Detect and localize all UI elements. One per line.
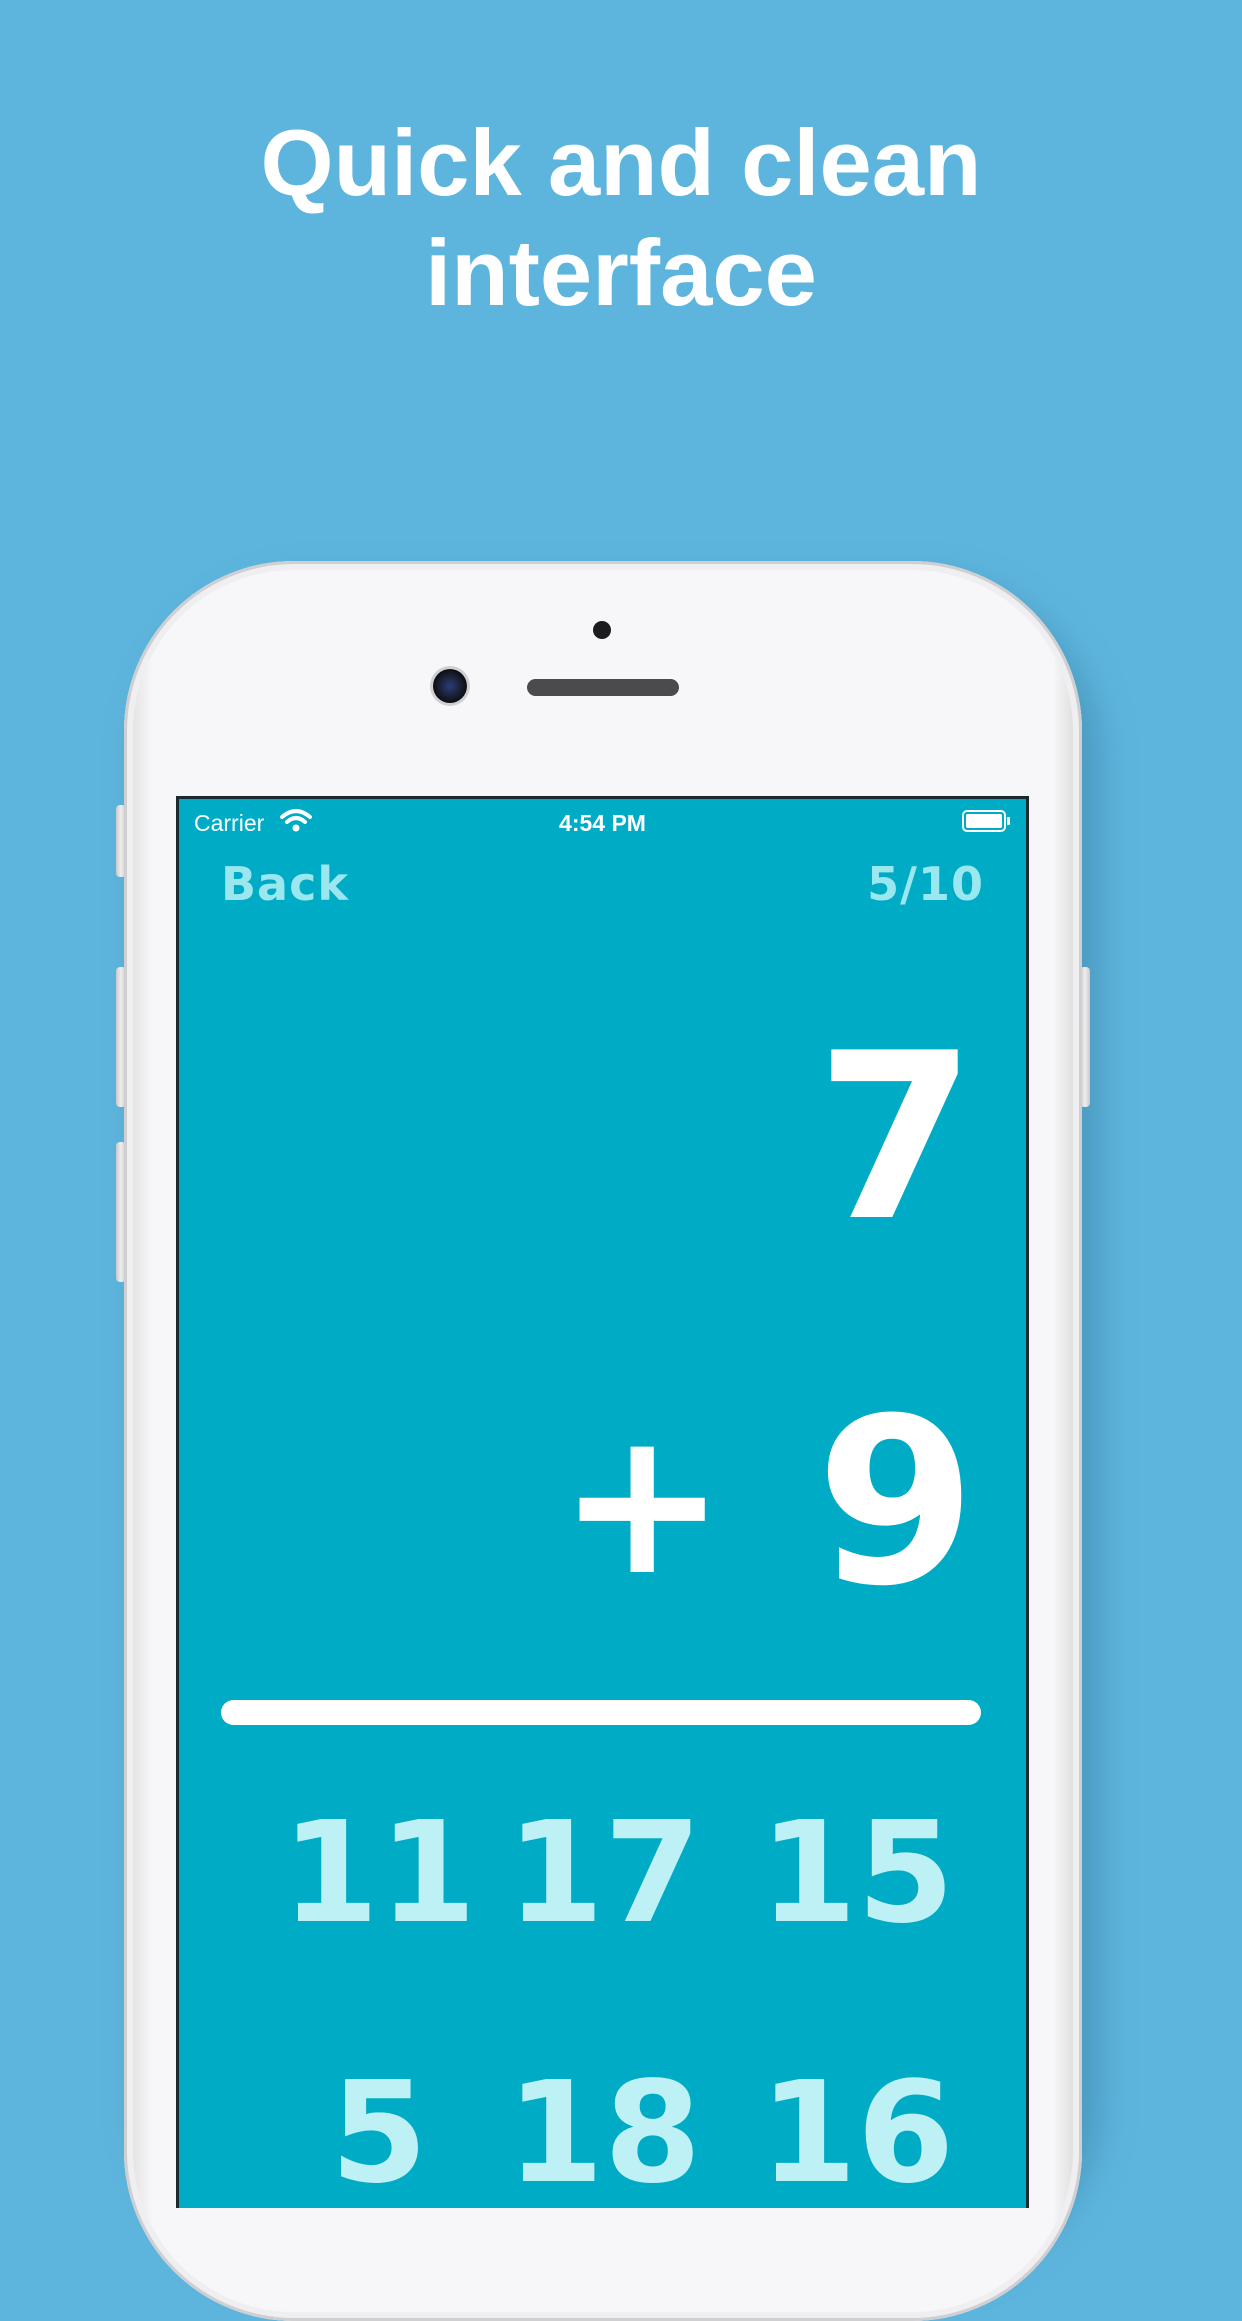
equation-divider-line xyxy=(221,1700,981,1725)
status-bar: Carrier 4:54 PM xyxy=(179,799,1026,843)
back-button[interactable]: Back xyxy=(221,857,349,911)
top-operand: 7 xyxy=(815,1005,976,1272)
answer-row: 11 17 15 xyxy=(179,1789,1026,1959)
question-progress: 5/10 xyxy=(867,857,984,911)
answer-choice[interactable]: 15 xyxy=(747,1789,967,1959)
operator-row: + 9 xyxy=(558,1389,976,1619)
bottom-operand: 9 xyxy=(815,1370,976,1637)
answer-choice[interactable]: 17 xyxy=(494,1789,714,1959)
answer-choice[interactable]: 18 xyxy=(494,2049,714,2208)
answer-choice[interactable]: 11 xyxy=(269,1789,489,1959)
phone-screen: Carrier 4:54 PM Back 5/10 7 + 9 11 17 15… xyxy=(176,796,1029,2208)
proximity-sensor xyxy=(593,621,611,639)
plus-operator: + xyxy=(558,1387,726,1620)
answer-row: 5 18 16 xyxy=(179,2049,1026,2208)
front-camera-icon xyxy=(433,669,467,703)
answer-choice[interactable]: 16 xyxy=(747,2049,967,2208)
status-time: 4:54 PM xyxy=(559,810,646,836)
answer-choice[interactable]: 5 xyxy=(269,2049,489,2208)
marketing-headline-line-1: Quick and clean xyxy=(260,110,982,215)
earpiece-speaker xyxy=(527,679,679,696)
battery-icon xyxy=(962,810,1010,832)
marketing-headline-line-2: interface xyxy=(425,220,817,325)
